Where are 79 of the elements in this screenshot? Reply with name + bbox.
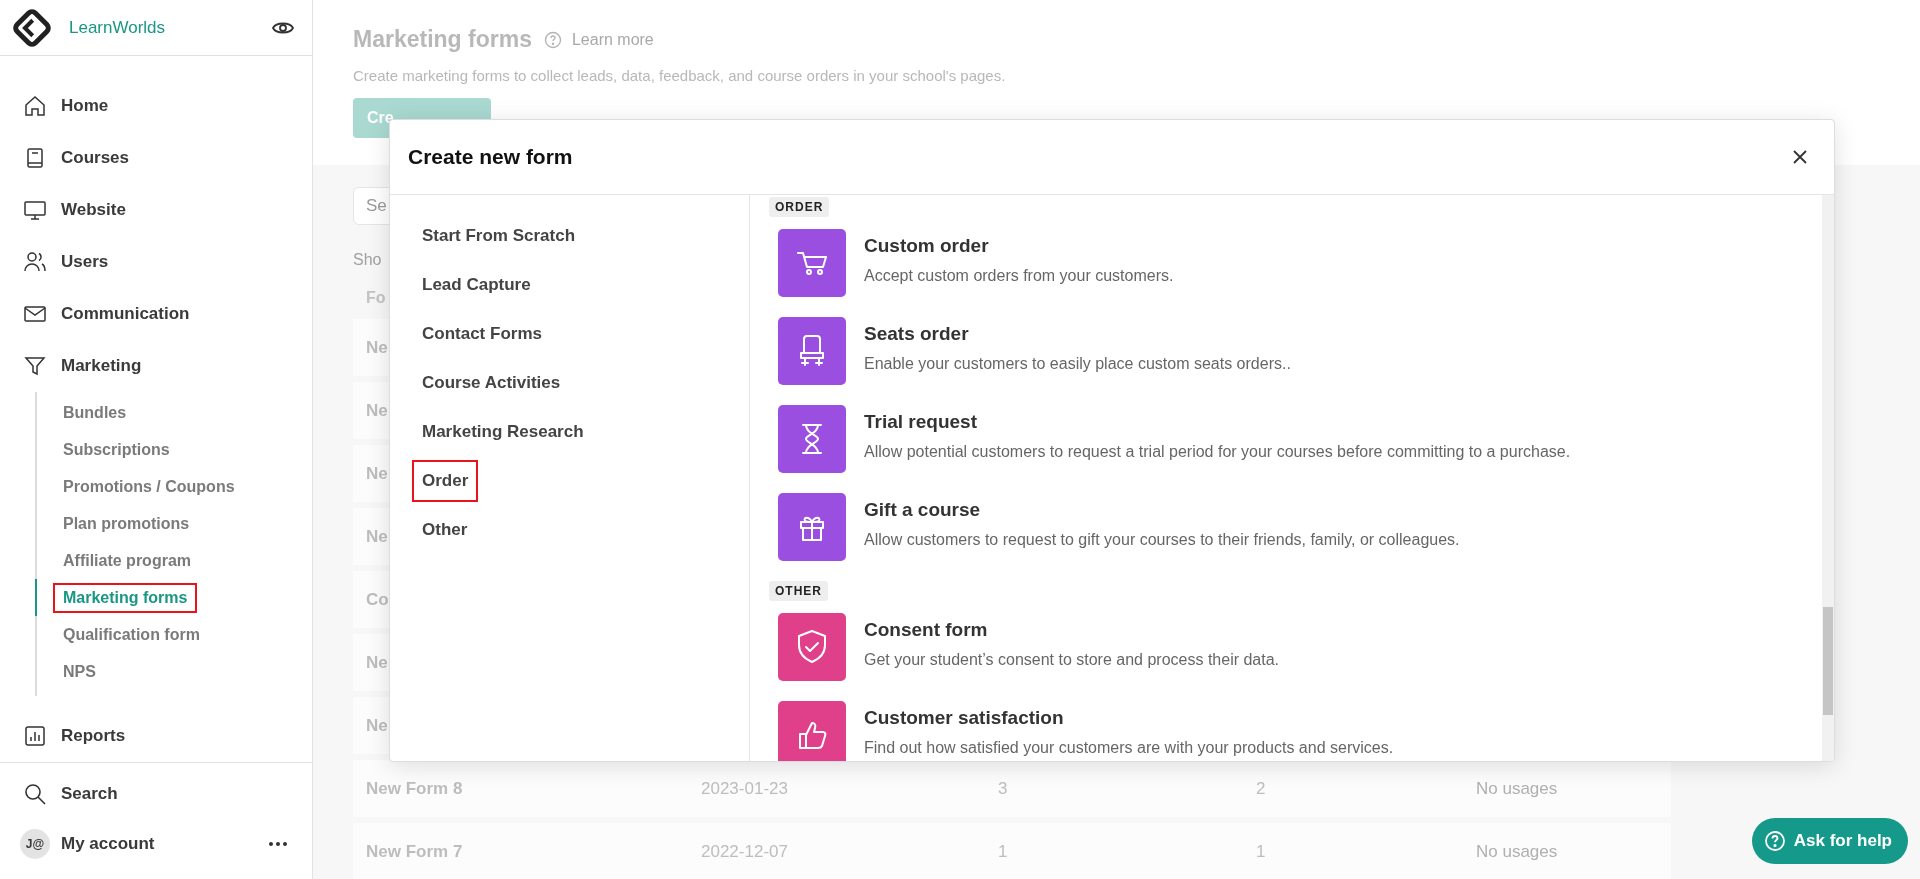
table-cell: Co [366,589,389,610]
nav-item[interactable]: J@ My account [0,819,312,869]
nav-subitem[interactable]: Bundles [53,397,137,428]
help-icon [1763,830,1786,852]
category-item[interactable]: Start From Scratch [412,215,586,257]
form-template-title[interactable]: Gift a course [864,499,1460,521]
table-cell-text: 3 [998,778,1009,799]
nav-item[interactable]: Home [0,80,312,132]
chart-icon [23,724,47,748]
nav-subitem[interactable]: Marketing forms [53,582,198,613]
table-cell: Ne [366,715,388,736]
thumb-icon[interactable] [778,701,846,761]
results-count: Sho [353,251,383,269]
page-title: Marketing forms [353,26,532,53]
home-icon [23,94,47,118]
monitor-icon [23,198,47,222]
users-icon [23,250,47,274]
scrollbar-thumb[interactable] [1823,607,1833,715]
form-template-description: Get your student’s consent to store and process their data. [864,651,1280,669]
form-template-description: Allow customers to request to gift your courses to their friends, family, or colleagues. [864,531,1460,549]
table-cell-text: 1 [1256,841,1267,862]
nav-item[interactable]: Search [0,769,312,819]
nav-subitem[interactable]: Promotions / Coupons [53,471,245,502]
hourglass-icon[interactable] [778,405,846,473]
nav-item[interactable]: Reports [0,710,312,762]
nav-subitem[interactable]: Subscriptions [53,434,180,465]
form-template-description: Enable your customers to easily place custom seats orders.. [864,355,1291,373]
category-item[interactable]: Lead Capture [412,264,541,306]
table-cell-text: 1 [998,841,1009,862]
nav-item[interactable]: Communication [0,288,312,340]
form-template-title[interactable]: Seats order [864,323,1291,345]
funnel-icon [23,354,47,378]
table-cell-text: New Form 7 [366,841,464,862]
nav-subitem[interactable]: Affiliate program [53,545,201,576]
table-cell: Ne [366,400,388,421]
gift-icon[interactable] [778,493,846,561]
category-item[interactable]: Other [412,509,478,551]
nav-item[interactable]: Website [0,184,312,236]
page-subtitle: Create marketing forms to collect leads, data, feedback, and course orders in your school's pages. [353,67,1007,84]
ask-for-help-button[interactable]: Ask for help [1751,818,1908,864]
table-cell: Ne [366,337,388,358]
more-icon[interactable] [268,841,288,847]
nav-item[interactable]: Courses [0,132,312,184]
category-item[interactable]: Order [412,460,479,502]
form-template-title[interactable]: Consent form [864,619,1280,641]
section-label: ORDER [769,197,830,217]
logo-icon [13,8,51,47]
close-icon[interactable] [1792,149,1808,165]
form-template-title[interactable]: Trial request [864,411,1571,433]
table-cell-text: No usages [1476,841,1559,862]
nav-subitem[interactable]: NPS [53,656,106,687]
table-cell-text: 2023-01-23 [701,778,789,799]
table-cell-text: 2 [1256,778,1267,799]
brand-name: LearnWorlds [69,17,167,38]
category-item[interactable]: Contact Forms [412,313,552,355]
form-template-description: Allow potential customers to request a trial period for your courses before committing to a purchase. [864,443,1571,461]
form-template-description: Find out how satisfied your customers are with your products and services. [864,739,1394,757]
table-cell: Ne [366,652,388,673]
category-item[interactable]: Course Activities [412,362,571,404]
nav-item[interactable]: Users [0,236,312,288]
cart-icon[interactable] [778,229,846,297]
nav-subitem[interactable]: Plan promotions [53,508,200,539]
nav-subitem[interactable]: Qualification form [53,619,210,650]
table-cell: Ne [366,526,388,547]
table-cell-text: New Form 8 [366,778,464,799]
form-template-title[interactable]: Custom order [864,235,1174,257]
table-cell-text: 2022-12-07 [701,841,789,862]
nav-item[interactable]: Marketing [0,340,312,392]
form-template-title[interactable]: Customer satisfaction [864,707,1394,729]
table-cell-text: No usages [1476,778,1559,799]
dialog-title: Create new form [408,145,573,169]
search-icon [23,782,47,806]
seat-icon[interactable] [778,317,846,385]
shield-icon[interactable] [778,613,846,681]
form-template-description: Accept custom orders from your customers. [864,267,1174,285]
table-cell: Ne [366,463,388,484]
avatar: J@ [20,829,50,859]
category-item[interactable]: Marketing Research [412,411,594,453]
section-label: OTHER [769,581,828,601]
